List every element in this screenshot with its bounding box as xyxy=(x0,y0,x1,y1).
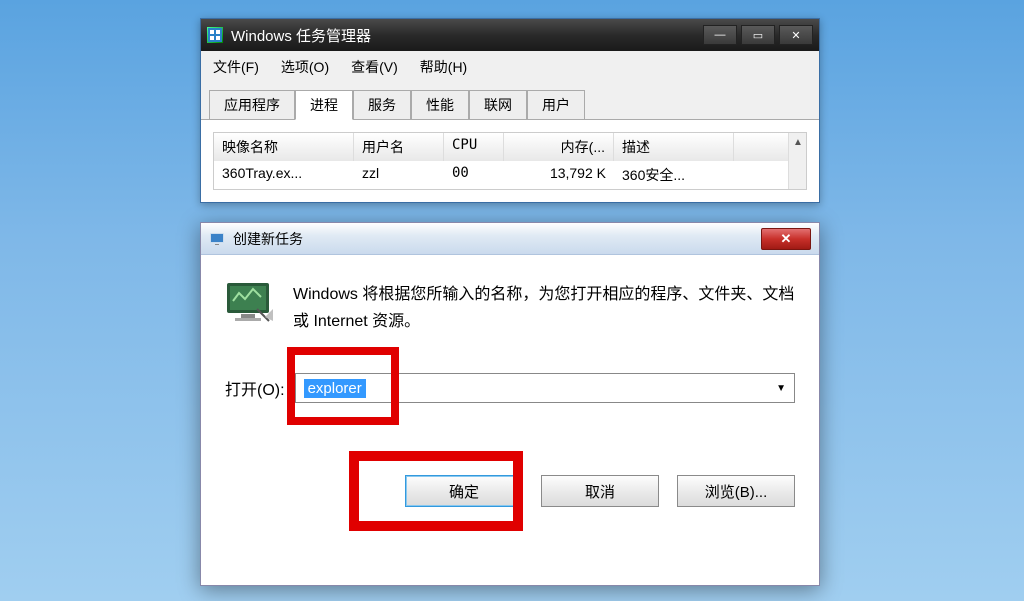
run-program-icon xyxy=(225,281,275,323)
cell-user: zzl xyxy=(354,161,444,189)
tab-processes[interactable]: 进程 xyxy=(295,90,353,120)
taskmgr-icon xyxy=(207,27,223,43)
maximize-button[interactable]: ▭ xyxy=(741,25,775,45)
tab-content: 映像名称 用户名 CPU 内存(... 描述 360Tray.ex... zzl… xyxy=(201,120,819,202)
menu-help[interactable]: 帮助(H) xyxy=(416,55,471,79)
cell-mem: 13,792 K xyxy=(504,161,614,189)
col-image-name[interactable]: 映像名称 xyxy=(214,133,354,161)
col-description[interactable]: 描述 xyxy=(614,133,734,161)
tab-users[interactable]: 用户 xyxy=(527,90,585,120)
dropdown-arrow-icon[interactable]: ▼ xyxy=(776,383,786,394)
create-task-dialog: 创建新任务 ✕ Windows 将根据您所输入的名称，为您打开相应的程序、文件夹… xyxy=(200,222,820,586)
browse-button[interactable]: 浏览(B)... xyxy=(677,475,795,507)
open-combobox[interactable]: explorer ▼ xyxy=(295,373,795,403)
tab-services[interactable]: 服务 xyxy=(353,90,411,120)
process-table: 映像名称 用户名 CPU 内存(... 描述 360Tray.ex... zzl… xyxy=(213,132,807,190)
dialog-close-button[interactable]: ✕ xyxy=(761,228,811,250)
close-button[interactable]: ✕ xyxy=(779,25,813,45)
scrollbar[interactable]: ▲ xyxy=(788,133,806,189)
cell-cpu: 00 xyxy=(444,161,504,189)
dialog-button-row: 确定 取消 浏览(B)... xyxy=(225,475,795,507)
col-memory[interactable]: 内存(... xyxy=(504,133,614,161)
col-cpu[interactable]: CPU xyxy=(444,133,504,161)
cell-image: 360Tray.ex... xyxy=(214,161,354,189)
window-buttons: — ▭ ✕ xyxy=(703,25,813,45)
dialog-body: Windows 将根据您所输入的名称，为您打开相应的程序、文件夹、文档或 Int… xyxy=(201,255,819,521)
table-header: 映像名称 用户名 CPU 内存(... 描述 xyxy=(214,133,806,161)
tab-networking[interactable]: 联网 xyxy=(469,90,527,120)
open-input-value[interactable]: explorer xyxy=(304,379,366,398)
taskmgr-title: Windows 任务管理器 xyxy=(231,25,703,46)
col-user[interactable]: 用户名 xyxy=(354,133,444,161)
menu-file[interactable]: 文件(F) xyxy=(209,55,263,79)
open-label: 打开(O): xyxy=(225,376,285,400)
tab-performance[interactable]: 性能 xyxy=(411,90,469,120)
run-icon xyxy=(209,231,225,247)
menu-view[interactable]: 查看(V) xyxy=(347,55,402,79)
table-row[interactable]: 360Tray.ex... zzl 00 13,792 K 360安全... xyxy=(214,161,806,189)
dialog-title: 创建新任务 xyxy=(233,229,761,249)
ok-button[interactable]: 确定 xyxy=(405,475,523,507)
cancel-button[interactable]: 取消 xyxy=(541,475,659,507)
tab-applications[interactable]: 应用程序 xyxy=(209,90,295,120)
tabstrip: 应用程序 进程 服务 性能 联网 用户 xyxy=(201,83,819,120)
cell-desc: 360安全... xyxy=(614,161,734,189)
scroll-up-icon[interactable]: ▲ xyxy=(789,133,807,151)
minimize-button[interactable]: — xyxy=(703,25,737,45)
open-combo-wrap: explorer ▼ xyxy=(295,373,795,403)
menu-options[interactable]: 选项(O) xyxy=(277,55,333,79)
menubar: 文件(F) 选项(O) 查看(V) 帮助(H) xyxy=(201,51,819,83)
dialog-description: Windows 将根据您所输入的名称，为您打开相应的程序、文件夹、文档或 Int… xyxy=(293,281,795,335)
dialog-titlebar[interactable]: 创建新任务 ✕ xyxy=(201,223,819,255)
task-manager-window: Windows 任务管理器 — ▭ ✕ 文件(F) 选项(O) 查看(V) 帮助… xyxy=(200,18,820,203)
taskmgr-titlebar[interactable]: Windows 任务管理器 — ▭ ✕ xyxy=(201,19,819,51)
